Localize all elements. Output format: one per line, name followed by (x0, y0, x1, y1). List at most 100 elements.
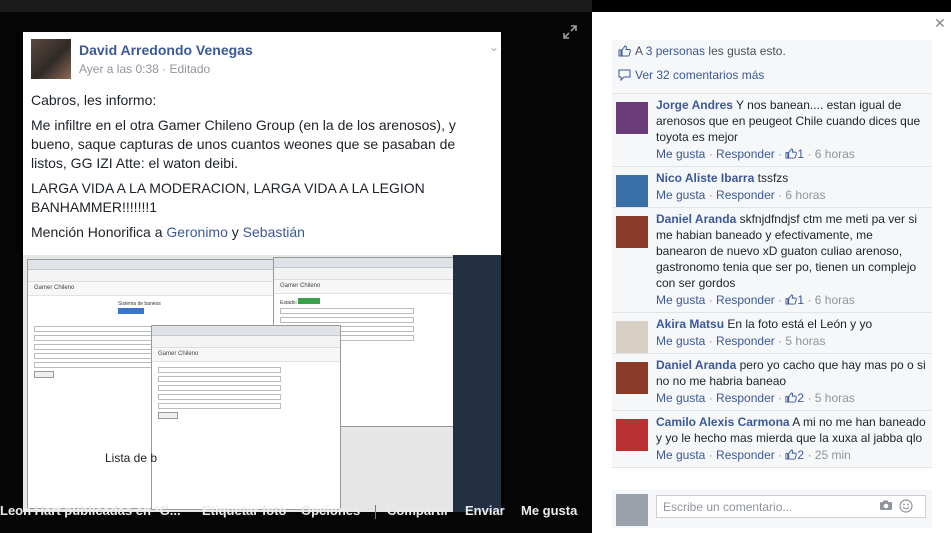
photo[interactable]: Gamer Chileno Sistema de baneos Gamer Ch… (23, 255, 501, 512)
author-avatar[interactable] (31, 39, 71, 79)
commenter-name[interactable]: Daniel Aranda (656, 358, 736, 372)
comment-item: Jorge Andres Y nos banean.... estan igua… (612, 94, 932, 167)
comment-like-link[interactable]: Me gusta (656, 293, 705, 307)
options-button[interactable]: Opciones (301, 503, 360, 518)
commenter-name[interactable]: Akira Matsu (656, 317, 724, 331)
comment-body: Camilo Alexis Carmona A mi no me han ban… (656, 411, 932, 467)
comment-like-number: 1 (797, 147, 805, 161)
view-more-label[interactable]: Ver 32 comentarios más (635, 68, 764, 82)
comment-time[interactable]: 6 horas (785, 188, 825, 202)
collage-heading: Lista de b (105, 451, 158, 465)
commenter-avatar[interactable] (616, 321, 648, 353)
comment-meta: Me gusta · Responder · 1 · 6 horas (656, 147, 855, 161)
tag-photo-button[interactable]: Etiquetar foto (202, 503, 287, 518)
commenter-name[interactable]: Camilo Alexis Carmona (656, 415, 790, 429)
comment-text: En la foto está el León y yo (727, 317, 873, 331)
desktop-background (453, 255, 501, 512)
comment-bubble-icon (618, 69, 631, 81)
post-paragraph: Me infiltre en el otra Gamer Chileno Gro… (31, 117, 456, 171)
comment-like-link[interactable]: Me gusta (656, 448, 705, 462)
comment-time[interactable]: 5 horas (815, 391, 855, 405)
likes-suffix: les gusta esto. (705, 44, 786, 58)
comment-reply-link[interactable]: Responder (716, 448, 775, 462)
comment-body: Akira Matsu En la foto está el León y yo… (656, 313, 932, 353)
mention-joiner: y (227, 224, 243, 240)
comment-meta: Me gusta · Responder · 6 horas (656, 188, 826, 202)
tag-geronimo[interactable]: Geronimo (166, 224, 227, 240)
photo-actions-bar: Leon Hart publicadas en *G... Etiquetar … (0, 503, 592, 521)
comment-time[interactable]: 6 horas (815, 293, 855, 307)
comment-time[interactable]: 25 min (815, 448, 851, 462)
post-paragraph: Cabros, les informo: (31, 92, 157, 108)
comment-time[interactable]: 5 horas (785, 334, 825, 348)
comment-like-link[interactable]: Me gusta (656, 334, 705, 348)
commenter-avatar[interactable] (616, 175, 648, 207)
commenter-name[interactable]: Nico Aliste Ibarra (656, 171, 754, 185)
comment-reply-link[interactable]: Responder (716, 147, 775, 161)
top-band (0, 0, 592, 12)
view-more-comments[interactable]: Ver 32 comentarios más (618, 68, 764, 82)
comment-meta: Me gusta · Responder · 5 horas (656, 334, 826, 348)
window-menu: Gamer Chileno (28, 282, 306, 296)
likes-prefix: A (635, 44, 646, 58)
thumbs-up-icon (618, 45, 631, 57)
post-mentions: Mención Honorifica a Geronimo y Sebastiá… (31, 223, 491, 242)
commenter-avatar[interactable] (616, 102, 648, 134)
comment-meta: Me gusta · Responder · 2 · 25 min (656, 448, 851, 462)
comment-like-count[interactable]: 2 (785, 391, 804, 405)
comment-like-number: 1 (797, 293, 805, 307)
comment-reply-link[interactable]: Responder (716, 391, 775, 405)
comment-reply-link[interactable]: Responder (716, 293, 775, 307)
close-icon[interactable]: ✕ (934, 15, 946, 32)
comment-body: Daniel Aranda skfnjdfndjsf ctm me meti p… (656, 208, 932, 312)
camera-icon[interactable] (879, 500, 893, 514)
author-name[interactable]: David Arredondo Venegas (79, 42, 253, 58)
photo-stage: David Arredondo Venegas Ayer a las 0:38 … (0, 0, 592, 533)
tag-sebastian[interactable]: Sebastián (243, 224, 305, 240)
comment-time[interactable]: 6 horas (815, 147, 855, 161)
comment-reply-link[interactable]: Responder (716, 334, 775, 348)
likes-line: A 3 personas les gusta esto. (618, 44, 786, 58)
window-text: Estado: (280, 298, 471, 307)
post-card: David Arredondo Venegas Ayer a las 0:38 … (23, 32, 501, 512)
comment-like-link[interactable]: Me gusta (656, 147, 705, 161)
commenter-avatar[interactable] (616, 216, 648, 248)
post-text: Cabros, les informo: Me infiltre en el o… (31, 91, 491, 248)
chevron-down-icon[interactable]: ⌄ (489, 40, 499, 54)
commenter-avatar[interactable] (616, 362, 648, 394)
commenter-name[interactable]: Daniel Aranda (656, 212, 736, 226)
comment-body: Jorge Andres Y nos banean.... estan igua… (656, 94, 932, 166)
comments-panel: ✕ A 3 personas les gusta esto. Ver 32 co… (592, 12, 951, 533)
comment-like-count[interactable]: 2 (785, 448, 804, 462)
thumbs-up-icon (785, 148, 798, 159)
comment-body: Daniel Aranda pero yo cacho que hay mas … (656, 354, 932, 410)
comment-like-number: 2 (797, 391, 805, 405)
comment-list: Jorge Andres Y nos banean.... estan igua… (612, 94, 932, 468)
commenter-name[interactable]: Jorge Andres (656, 98, 733, 112)
comment-item: Nico Aliste Ibarra tssfzs Me gusta · Resp… (612, 167, 932, 208)
post-timestamp[interactable]: Ayer a las 0:38 · Editado (79, 62, 210, 76)
comment-like-count[interactable]: 1 (785, 293, 804, 307)
commenter-avatar[interactable] (616, 419, 648, 451)
post-paragraph: LARGA VIDA A LA MODERACION, LARGA VIDA A… (31, 180, 425, 215)
thumbs-up-icon (785, 449, 798, 460)
user-avatar (616, 494, 648, 526)
fullscreen-icon[interactable] (563, 25, 577, 39)
like-button[interactable]: Me gusta (521, 503, 577, 518)
comment-like-link[interactable]: Me gusta (656, 188, 705, 202)
emoji-icon[interactable] (899, 499, 913, 516)
share-button[interactable]: Compartir (387, 503, 449, 518)
comment-composer: Escribe un comentario... (612, 490, 932, 528)
comment-like-count[interactable]: 1 (785, 147, 804, 161)
comment-item: Akira Matsu En la foto está el León y yo… (612, 313, 932, 354)
comment-like-link[interactable]: Me gusta (656, 391, 705, 405)
album-link[interactable]: Leon Hart publicadas en *G... (0, 503, 181, 518)
window-menu: Gamer Chileno (274, 280, 477, 294)
comment-body: Nico Aliste Ibarra tssfzs Me gusta · Resp… (656, 167, 932, 207)
send-button[interactable]: Enviar (465, 503, 505, 518)
thumbs-up-icon (785, 392, 798, 403)
comment-meta: Me gusta · Responder · 1 · 6 horas (656, 293, 855, 307)
likes-people-link[interactable]: 3 personas (646, 44, 705, 58)
thumbs-up-icon (785, 294, 798, 305)
comment-reply-link[interactable]: Responder (716, 188, 775, 202)
